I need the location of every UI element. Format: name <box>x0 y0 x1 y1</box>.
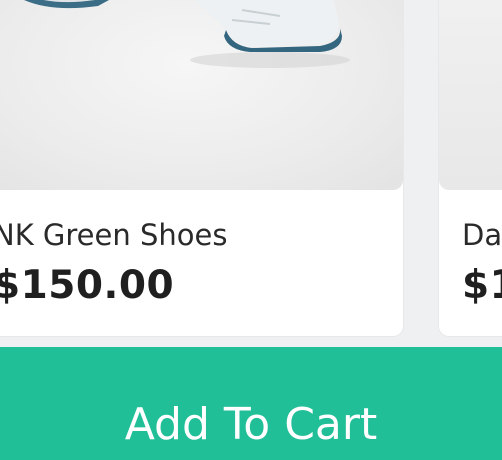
add-to-cart-button[interactable]: Add To Cart <box>0 347 502 460</box>
product-card[interactable]: NK Green Shoes $150.00 <box>0 0 403 336</box>
product-title[interactable]: NK Green Shoes <box>0 218 227 252</box>
product-price: $1 <box>462 263 502 308</box>
product-image <box>439 0 502 190</box>
sneaker-image <box>24 0 350 68</box>
product-listing: NK Green Shoes $150.00 Da $1 Add To Cart <box>0 0 502 460</box>
product-title[interactable]: Da <box>462 218 502 252</box>
product-price: $150.00 <box>0 263 175 308</box>
add-to-cart-label: Add To Cart <box>124 399 378 450</box>
product-image <box>0 0 403 190</box>
product-card[interactable]: Da $1 <box>439 0 502 336</box>
